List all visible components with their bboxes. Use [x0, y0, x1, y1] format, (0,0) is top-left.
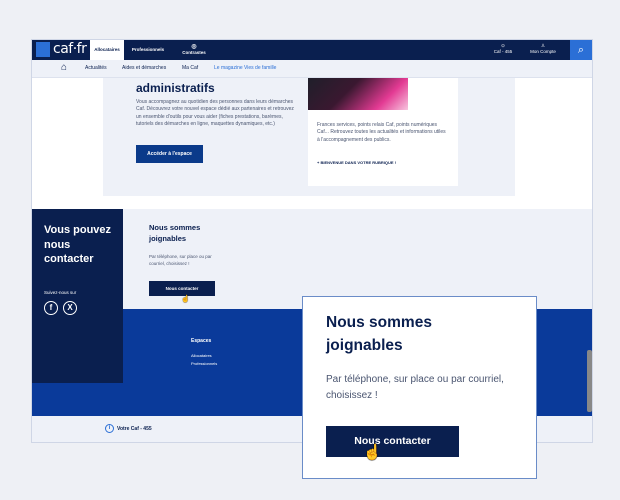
side-card-link[interactable]: + BIENVENUE DANS VOTRE RUBRIQUE !: [317, 160, 396, 165]
card-title: administratifs: [136, 81, 215, 95]
nav-item-actualites[interactable]: Actualités: [85, 65, 107, 71]
side-card-photo: [308, 78, 408, 110]
partners-card: administratifs Vous accompagnez au quoti…: [103, 78, 515, 196]
mon-compte-label: Mon Compte: [530, 49, 556, 54]
nav-item-magazine[interactable]: Le magazine Vies de famille: [214, 65, 276, 71]
hand-cursor-icon: ☝: [363, 444, 382, 461]
scrollbar[interactable]: [587, 350, 592, 412]
site-header: caf·fr Allocataires Professionnels ◎ Con…: [32, 40, 592, 60]
info-icon: i: [105, 424, 114, 433]
contact-heading: Vous pouvez nous contacter: [44, 224, 112, 265]
site-logo-text[interactable]: caf·fr: [53, 41, 87, 57]
tab-professionnels[interactable]: Professionnels: [128, 40, 168, 60]
search-button[interactable]: ⌕: [570, 40, 592, 60]
search-icon: ⌕: [577, 44, 585, 56]
nav-item-ma-caf[interactable]: Ma Caf: [182, 65, 198, 71]
contact-text: Par téléphone, sur place ou par courriel…: [149, 254, 212, 266]
contact-button[interactable]: Nous contacter: [149, 281, 215, 296]
footer-link-allocataires[interactable]: Allocataires: [191, 353, 212, 358]
zoom-title: Nous sommes joignables: [326, 314, 432, 354]
contrast-label: Contrastes: [182, 50, 206, 55]
side-card: Frances services, points relais Caf, poi…: [308, 78, 458, 186]
home-icon[interactable]: ⌂: [61, 62, 67, 73]
contact-section: Nous sommes joignables Par téléphone, su…: [123, 209, 592, 309]
votre-caf-link[interactable]: ⊙ Caf - 455: [488, 43, 518, 54]
mon-compte-link[interactable]: ♙ Mon Compte: [526, 43, 560, 54]
footer-title: Espaces: [191, 338, 212, 344]
zoom-contact-button[interactable]: Nous contacter: [326, 426, 459, 457]
footer-left: [32, 383, 123, 416]
access-space-button[interactable]: Accéder à l'espace: [136, 145, 203, 163]
nav-item-aides[interactable]: Aides et démarches: [122, 65, 166, 71]
follow-label: Suivez-nous sur: [44, 290, 77, 295]
side-card-text: Frances services, points relais Caf, poi…: [317, 122, 446, 143]
votre-caf-bottom[interactable]: Votre Caf - 455: [117, 426, 152, 432]
zoom-callout: Nous sommes joignables Par téléphone, su…: [302, 296, 537, 479]
x-icon[interactable]: X: [63, 301, 77, 315]
tab-allocataires[interactable]: Allocataires: [90, 40, 124, 60]
votre-caf-label: Caf - 455: [493, 49, 513, 54]
facebook-icon[interactable]: f: [44, 301, 58, 315]
contrast-toggle[interactable]: ◎ Contrastes: [180, 40, 208, 60]
footer-link-professionnels[interactable]: Professionnels: [191, 361, 217, 366]
contact-sidebar: Vous pouvez nous contacter Suivez-nous s…: [32, 209, 123, 383]
card-description: Vous accompagnez au quotidien des person…: [136, 99, 294, 127]
main-nav: ⌂ Actualités Aides et démarches Ma Caf L…: [32, 60, 592, 78]
zoom-text: Par téléphone, sur place ou par courriel…: [326, 374, 504, 401]
caf-logo-icon[interactable]: [36, 42, 50, 57]
contact-title: Nous sommes joignables: [149, 223, 201, 243]
hand-cursor-icon: ☝: [181, 296, 190, 303]
